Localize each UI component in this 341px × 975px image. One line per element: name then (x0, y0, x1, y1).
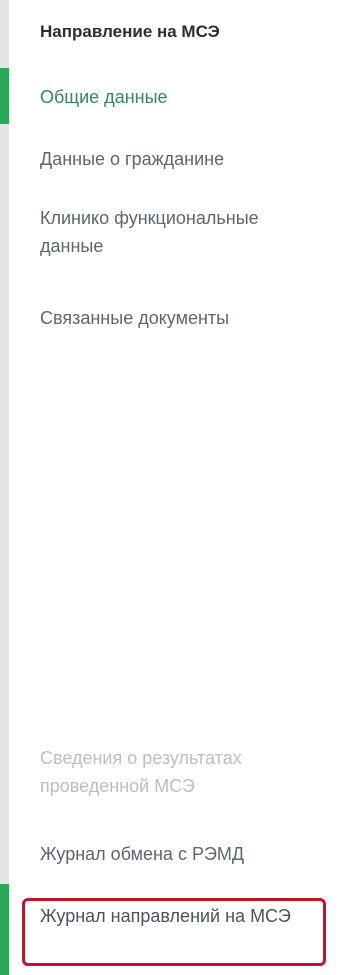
active-indicator-journal (0, 884, 9, 975)
sidebar-rail (0, 0, 9, 975)
sidebar-title: Направление на МСЭ (40, 22, 220, 41)
sidebar-item-related-documents[interactable]: Связанные документы (40, 304, 229, 332)
sidebar-item-mse-results: Сведения о результатах проведенной МСЭ (40, 748, 242, 796)
sidebar-item-general-data[interactable]: Общие данные (40, 83, 168, 111)
active-indicator-general (0, 68, 9, 124)
sidebar-item-remd-exchange-log[interactable]: Журнал обмена с РЭМД (40, 840, 244, 868)
sidebar-item-citizen-data[interactable]: Данные о гражданине (40, 145, 224, 173)
sidebar-item-mse-referrals-journal[interactable]: Журнал направлений на МСЭ (40, 902, 315, 930)
sidebar-item-clinical-functional-data[interactable]: Клинико функциональные данные (40, 204, 320, 260)
